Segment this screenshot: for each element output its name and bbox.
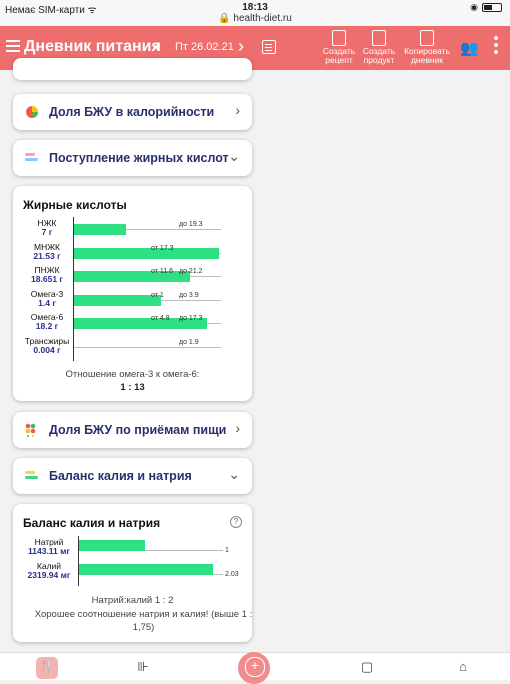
min-norm-label: от 1	[151, 291, 164, 299]
mineral-bar	[79, 564, 213, 575]
next-day-button[interactable]: ›	[238, 36, 244, 57]
fatty-acids-label: Поступление жирных кислот	[49, 151, 229, 165]
fatty-acid-value: 18.651 г	[31, 274, 63, 284]
min-norm-label: от 4.8	[151, 315, 170, 322]
bju-meals-label: Доля БЖУ по приёмам пищи	[49, 423, 227, 437]
menu-icon[interactable]	[6, 40, 20, 52]
max-norm-label: до 19.3	[179, 221, 203, 228]
mineral-name: Калий 2319.94 мг	[23, 562, 75, 580]
calendar-icon[interactable]	[262, 40, 276, 54]
fatty-acid-value: 7 г	[41, 227, 53, 237]
add-button[interactable]	[238, 652, 270, 684]
prev-day-button[interactable]: ‹	[154, 36, 160, 57]
fatty-acid-value: 1.4 г	[38, 297, 56, 308]
meals-grid-icon	[25, 423, 36, 437]
fatty-acids-panel: Жирные кислоты НЖК 7 г до 19.3 МНЖК 21.53 г о…	[13, 186, 252, 401]
min-norm-label: от 17.3	[151, 244, 174, 252]
fatty-acid-name: Трансжиры 0.004 г	[23, 335, 71, 355]
mineral-row: Калий 2319.94 мг 2.03	[23, 560, 243, 586]
create-product-label: Создать продукт	[362, 46, 396, 65]
url-bar[interactable]: 🔒 health-diet.ru	[0, 13, 510, 24]
diary-nav-icon[interactable]: 🍴	[36, 657, 58, 679]
collapsed-card-top	[13, 58, 252, 80]
fatty-acid-name: Омега-3 1.4 г	[23, 288, 71, 308]
max-norm-label: до 17.3	[179, 315, 203, 322]
fatty-acids-row[interactable]: Поступление жирных кислот ⌄	[13, 140, 252, 176]
max-norm-label: до 3.9	[179, 291, 199, 299]
mineral-name: Натрий 1143.11 мг	[23, 538, 75, 556]
fatty-acid-label: МНЖК	[33, 241, 61, 252]
fatty-acid-bar	[74, 247, 219, 259]
mineral-row: Натрий 1143.11 мг 1	[23, 536, 243, 562]
panel-title: Баланс калия и натрия	[23, 516, 161, 530]
copy-diary-label: Копировать дневник	[404, 46, 450, 65]
chevron-down-icon: ⌄	[228, 466, 240, 482]
panel-title: Жирные кислоты	[23, 198, 127, 212]
users-icon[interactable]: 👥	[460, 39, 479, 57]
current-date[interactable]: Пт 26.02.21	[175, 41, 234, 53]
potassium-sodium-label: Баланс калия и натрия	[49, 469, 192, 483]
potassium-sodium-panel: Баланс калия и натрия ? Натрий 1143.11 мг…	[13, 504, 252, 642]
chevron-down-icon: ⌄	[228, 148, 240, 164]
chevron-right-icon: ›	[235, 420, 240, 436]
mineral-ratio-label: 1	[225, 547, 229, 554]
fatty-acid-name: НЖК 7 г	[23, 219, 71, 237]
scale-nav-icon[interactable]: ▢	[356, 657, 378, 679]
max-norm-label: до 1.9	[179, 338, 199, 346]
workout-nav-icon[interactable]: ⊪	[132, 657, 154, 679]
clock: 18:13	[242, 2, 268, 13]
mineral-value: 1143.11 мг	[28, 546, 70, 556]
bar-axis	[73, 334, 74, 361]
bju-meals-row[interactable]: Доля БЖУ по приёмам пищи ›	[13, 412, 252, 448]
omega-ratio-value: 1 : 13	[120, 382, 145, 393]
home-nav-icon[interactable]: ⌂	[452, 657, 474, 679]
fatty-acid-row: НЖК 7 г до 19.3	[23, 217, 243, 243]
orientation-lock-icon: ◉	[470, 2, 478, 12]
bju-calories-label: Доля БЖУ в калорийности	[49, 105, 215, 119]
create-recipe-label: Создать рецепт	[322, 46, 356, 65]
fatty-acid-value: 21.53 г	[33, 250, 61, 261]
fatty-acid-row: Трансжиры 0.004 г до 1.9	[23, 334, 243, 361]
fatty-acid-label: Трансжиры	[24, 335, 70, 346]
chevron-right-icon: ›	[235, 102, 240, 118]
status-bar: Немає SIM-карти ᯤ 18:13 🔒 health-diet.ru…	[0, 0, 510, 26]
fatty-acid-label: Омега-3	[30, 288, 64, 299]
copy-diary-button[interactable]: Копировать дневник	[402, 30, 452, 65]
copy-icon	[420, 30, 434, 46]
mineral-ratio-label: 2.03	[225, 571, 239, 578]
mineral-bar	[79, 540, 145, 551]
fatty-acid-name: МНЖК 21.53 г	[23, 241, 71, 261]
fatty-acid-value: 18.2 г	[35, 321, 59, 331]
bars-icon	[25, 153, 38, 161]
fatty-acid-name: ПНЖК 18.651 г	[23, 266, 71, 284]
pie-chart-icon	[26, 106, 39, 118]
more-icon[interactable]	[494, 36, 498, 57]
fatty-acid-row: Омега-3 1.4 г от 1 до 3.9	[23, 287, 243, 314]
bar-track	[73, 346, 221, 348]
min-norm-label: от 11.6	[151, 268, 173, 275]
create-product-button[interactable]: Создать продукт	[354, 30, 404, 65]
mineral-value: 2319.94 мг	[27, 570, 71, 580]
help-icon[interactable]: ?	[230, 516, 242, 528]
bju-calories-row[interactable]: Доля БЖУ в калорийности ›	[13, 94, 252, 130]
fatty-acid-row: ПНЖК 18.651 г от 11.6 до 21.2	[23, 264, 243, 290]
sodium-potassium-ratio: Натрий:калий 1 : 2	[91, 595, 174, 606]
fatty-acid-bar	[74, 224, 126, 235]
fatty-acid-row: МНЖК 21.53 г от 17.3	[23, 240, 243, 267]
omega-ratio-label: Отношение омега-3 к омега-6:	[65, 369, 200, 380]
balance-bars-icon	[25, 471, 38, 479]
balance-note: Хорошее соотношение натрия и калия! (выш…	[34, 609, 253, 633]
page-title: Дневник питания	[24, 38, 161, 55]
product-icon	[372, 30, 386, 46]
recipe-icon	[332, 30, 346, 46]
fatty-acid-value: 0.004 г	[33, 344, 61, 355]
battery-icon	[482, 3, 502, 12]
fatty-acid-name: Омега-6 18.2 г	[23, 313, 71, 331]
fatty-acid-bar	[74, 294, 161, 306]
fatty-acid-row: Омега-6 18.2 г от 4.8 до 17.3	[23, 311, 243, 337]
max-norm-label: до 21.2	[179, 268, 203, 275]
potassium-sodium-row[interactable]: Баланс калия и натрия ⌄	[13, 458, 252, 494]
